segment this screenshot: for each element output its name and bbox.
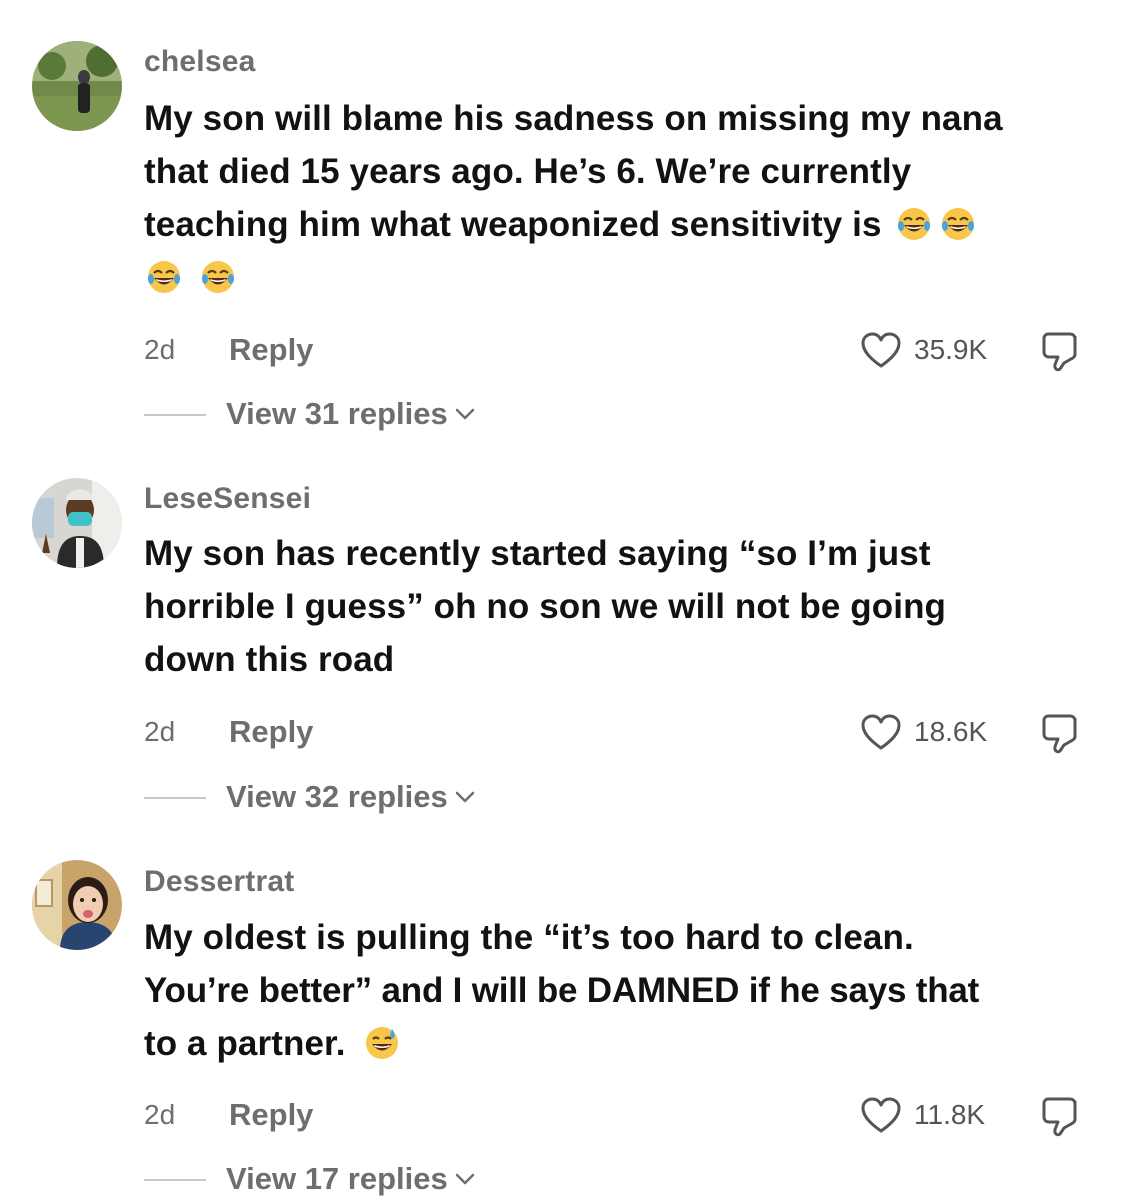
thumbs-down-outline-icon: [1040, 330, 1084, 372]
chevron-down-icon: [454, 407, 476, 421]
comment-timestamp: 2d: [144, 716, 176, 747]
like-count: 11.8K: [914, 1099, 986, 1130]
reply-button[interactable]: Reply: [229, 1097, 313, 1133]
face-with-tears-of-joy-icon: [940, 206, 976, 242]
face-with-tears-of-joy-icon: [146, 259, 182, 295]
comment-text-line-content: teaching him what weaponized sensitivity…: [144, 205, 882, 244]
comment-username[interactable]: LeseSensei: [144, 482, 311, 516]
reply-button[interactable]: Reply: [229, 714, 313, 750]
chevron-down-icon: [454, 790, 476, 804]
dislike-button[interactable]: [1040, 712, 1084, 754]
face-with-tears-of-joy-icon: [200, 259, 236, 295]
heart-outline-icon: [860, 331, 902, 369]
comment-text-line: You’re better” and I will be DAMNED if h…: [144, 971, 980, 1010]
comment-text-line: My son will blame his sadness on missing…: [144, 99, 1003, 138]
comment-text: My oldest is pulling the “it’s too hard …: [144, 911, 1104, 1070]
comment-username[interactable]: chelsea: [144, 45, 255, 79]
avatar-photo-icon: [32, 41, 122, 131]
comment-text-line: horrible I guess” oh no son we will not …: [144, 587, 947, 626]
avatar-photo-icon: [32, 478, 122, 568]
comment-text-line: teaching him what weaponized sensitivity…: [144, 198, 1104, 251]
comment-timestamp: 2d: [144, 334, 176, 365]
comment-text-line-content: to a partner.: [144, 1024, 346, 1063]
dislike-button[interactable]: [1040, 1095, 1084, 1137]
comment-text: My son will blame his sadness on missing…: [144, 92, 1104, 304]
like-button[interactable]: 35.9K: [860, 330, 1004, 370]
avatar[interactable]: [32, 860, 122, 950]
thumbs-down-outline-icon: [1040, 1095, 1084, 1137]
comment-timestamp: 2d: [144, 1099, 176, 1130]
heart-outline-icon: [860, 713, 902, 751]
comment-text-line: [144, 251, 1104, 304]
comment-text-line: down this road: [144, 640, 395, 679]
comment-text-line: My son has recently started saying “so I…: [144, 534, 931, 573]
comment-text-line: to a partner.: [144, 1017, 1104, 1070]
view-replies-button[interactable]: View 17 replies: [226, 1161, 476, 1197]
like-count: 18.6K: [914, 716, 988, 747]
divider: [144, 797, 206, 799]
divider: [144, 414, 206, 416]
view-replies-button[interactable]: View 32 replies: [226, 779, 476, 815]
view-replies-label: View 32 replies: [226, 779, 448, 814]
avatar-photo-icon: [32, 860, 122, 950]
comment-text: My son has recently started saying “so I…: [144, 527, 1104, 686]
comment-text-line: that died 15 years ago. He’s 6. We’re cu…: [144, 152, 912, 191]
like-button[interactable]: 18.6K: [860, 712, 1004, 752]
dislike-button[interactable]: [1040, 330, 1084, 372]
chevron-down-icon: [454, 1172, 476, 1186]
view-replies-button[interactable]: View 31 replies: [226, 396, 476, 432]
thumbs-down-outline-icon: [1040, 712, 1084, 754]
divider: [144, 1179, 206, 1181]
comment-username[interactable]: Dessertrat: [144, 865, 294, 899]
reply-button[interactable]: Reply: [229, 332, 313, 368]
view-replies-label: View 17 replies: [226, 1161, 448, 1196]
avatar[interactable]: [32, 41, 122, 131]
view-replies-label: View 31 replies: [226, 396, 448, 431]
grinning-face-with-sweat-icon: [364, 1025, 400, 1061]
like-count: 35.9K: [914, 334, 988, 365]
heart-outline-icon: [860, 1096, 902, 1134]
face-with-tears-of-joy-icon: [896, 206, 932, 242]
comment-text-line: My oldest is pulling the “it’s too hard …: [144, 918, 914, 957]
like-button[interactable]: 11.8K: [860, 1095, 1004, 1135]
avatar[interactable]: [32, 478, 122, 568]
